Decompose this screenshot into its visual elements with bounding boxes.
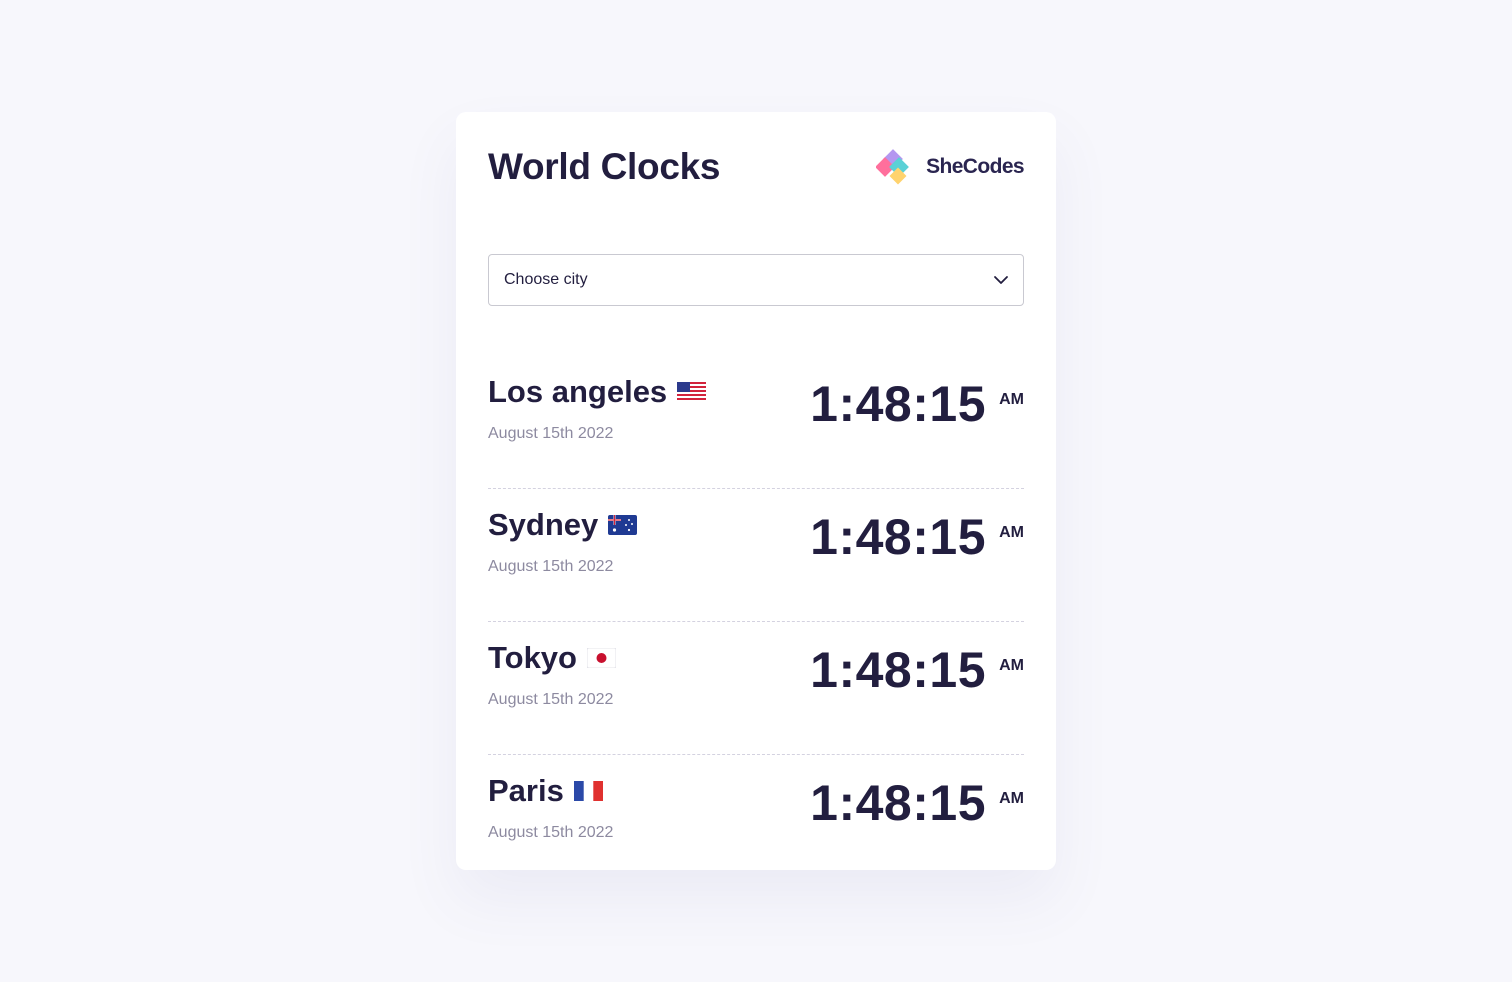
us-flag-icon [677,382,707,402]
au-flag-icon [608,515,638,535]
city-name: Los angeles [488,374,668,409]
city-row-paris: Paris August 15th 2022 1:48:15 AM [488,755,1024,888]
city-date: August 15th 2022 [488,558,614,575]
shecodes-logo[interactable]: SheCodes [876,146,1025,188]
city-name-row: Los angeles [488,374,707,410]
city-ampm: AM [999,391,1024,408]
city-ampm: AM [999,790,1024,807]
city-time: 1:48:15 [810,642,986,698]
city-name: Sydney [488,507,599,542]
city-name: Paris [488,773,564,808]
brand-name: SheCodes [926,155,1025,178]
city-row-sydney: Sydney August 15th 2022 1:48:15 AM [488,489,1024,622]
page-title: World Clocks [488,146,721,187]
fr-flag-icon [573,781,603,801]
city-row-los-angeles: Los angeles August 15th 2022 1:48:15 AM [488,356,1024,489]
shecodes-logo-icon [876,149,909,185]
city-ampm: AM [999,524,1024,541]
city-name-row: Tokyo [488,640,616,676]
city-time: 1:48:15 [810,775,986,831]
chevron-down-icon [994,276,1008,284]
world-clocks-card: World Clocks SheCodes Choose city Los an… [456,112,1056,870]
city-date: August 15th 2022 [488,824,614,841]
city-name-row: Paris [488,773,603,809]
city-time: 1:48:15 [810,509,986,565]
city-select-value: Choose city [504,271,588,288]
city-date: August 15th 2022 [488,425,614,442]
city-ampm: AM [999,657,1024,674]
city-name: Tokyo [488,640,577,675]
city-select[interactable]: Choose city [488,254,1024,306]
city-time: 1:48:15 [810,376,986,432]
city-list: Los angeles August 15th 2022 1:48:15 AM [488,356,1024,888]
city-date: August 15th 2022 [488,691,614,708]
header: World Clocks SheCodes [488,112,1025,254]
city-row-tokyo: Tokyo August 15th 2022 1:48:15 AM [488,622,1024,755]
city-name-row: Sydney [488,507,638,543]
jp-flag-icon [587,648,616,668]
